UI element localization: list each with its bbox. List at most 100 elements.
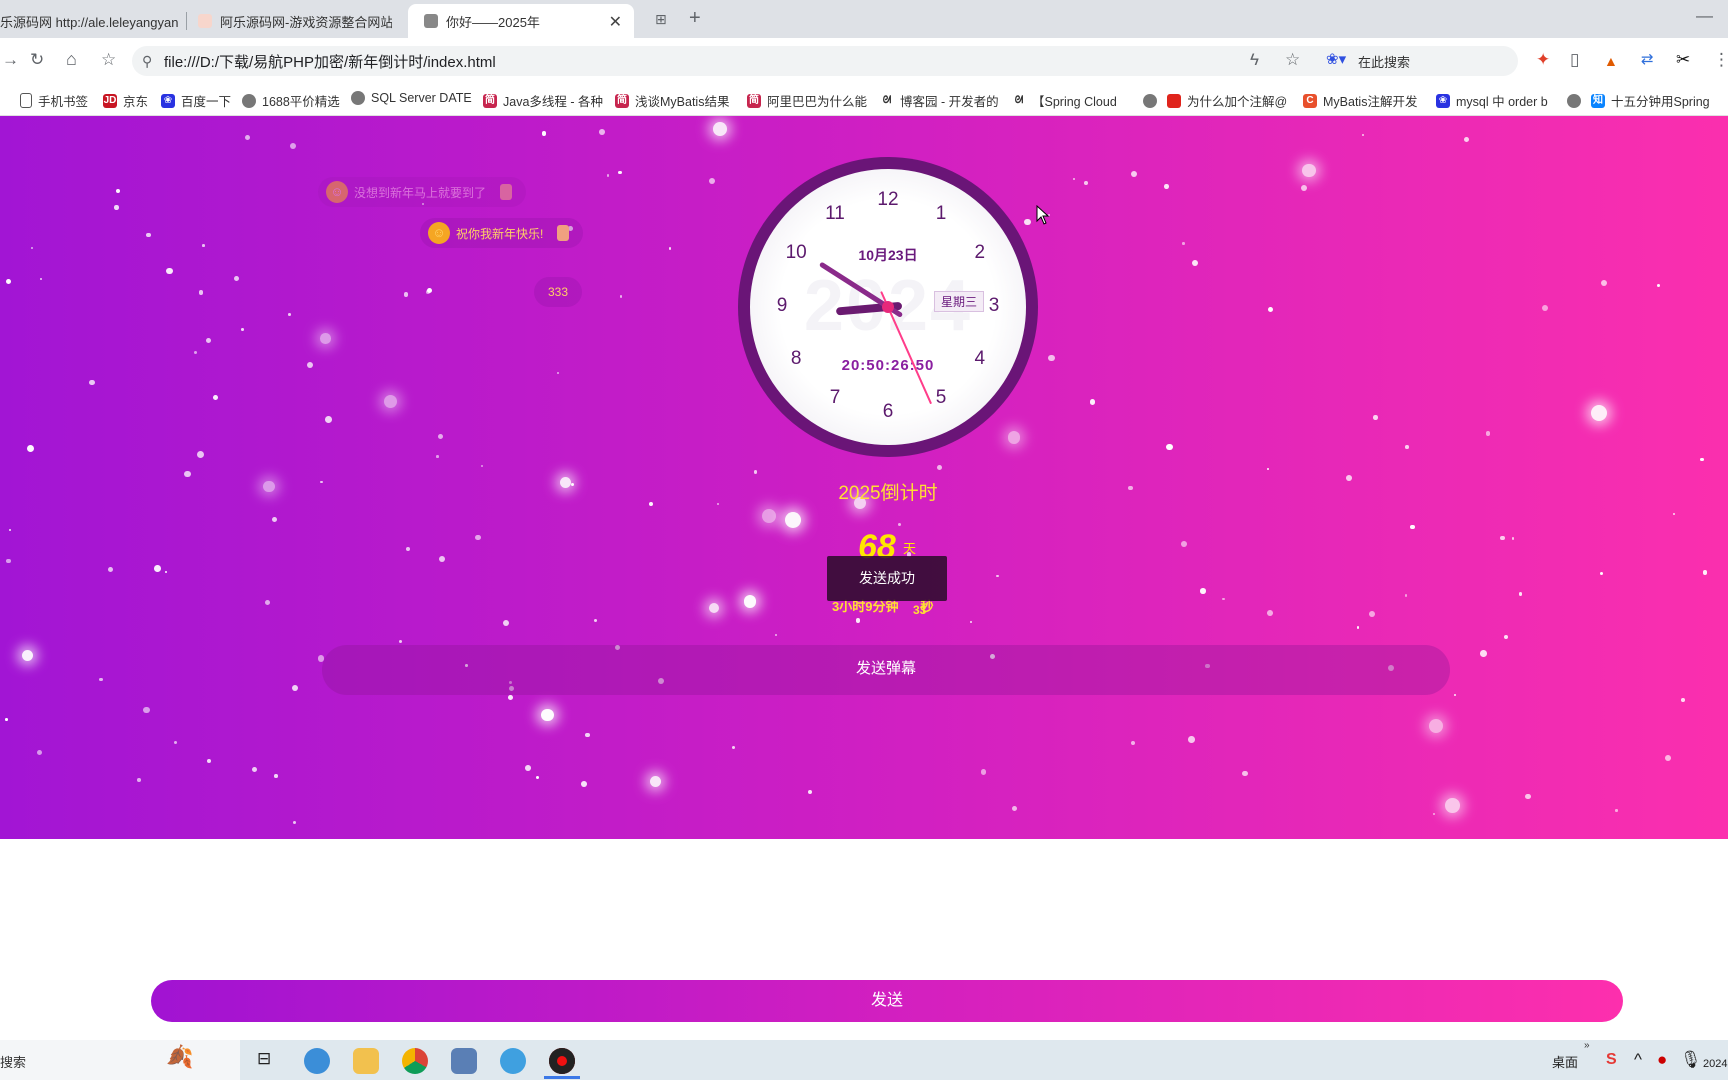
bookmark-item[interactable]: 1688平价精选 xyxy=(242,91,340,110)
pdf-icon[interactable]: ▲ xyxy=(1604,51,1618,71)
close-tab-icon[interactable]: ✕ xyxy=(609,12,622,32)
search-box[interactable]: 在此搜索 xyxy=(1358,52,1410,71)
clock-number: 9 xyxy=(776,295,788,316)
snowflake xyxy=(980,769,987,775)
bookmark-item[interactable]: ❀ 百度一下 xyxy=(161,91,231,110)
desktop-label[interactable]: 桌面 xyxy=(1552,1052,1578,1071)
browser-icon[interactable] xyxy=(500,1048,526,1074)
snowflake xyxy=(1242,770,1248,777)
snowflake xyxy=(1268,306,1274,313)
microphone-icon[interactable]: 🎙 xyxy=(1680,1050,1702,1070)
snowflake xyxy=(535,775,540,779)
translate-icon[interactable]: ⇄ xyxy=(1641,50,1654,70)
clock-center-pin xyxy=(882,301,894,313)
snowflake xyxy=(731,745,735,749)
phone-icon[interactable]: ▯ xyxy=(1570,50,1579,70)
jd-icon: JD xyxy=(103,93,117,108)
tab-leleyangyan[interactable]: 乐源码网 http://ale.leleyangyan xyxy=(0,4,178,38)
snowflake xyxy=(99,677,103,682)
snowflake xyxy=(26,444,34,452)
snowflake xyxy=(1541,305,1548,312)
snowflake xyxy=(1369,611,1375,617)
bookmark-item[interactable]: SQL Server DATE xyxy=(351,91,472,105)
tab-ale-source[interactable]: 阿乐源码网-游戏资源整合网站,每 xyxy=(198,4,392,38)
snowflake xyxy=(502,619,509,626)
network-tool-icon[interactable] xyxy=(451,1048,477,1074)
jianshu-icon: 简 xyxy=(747,93,761,108)
clock-number: 3 xyxy=(988,295,1000,316)
bookmark-item[interactable]: JD 京东 xyxy=(103,91,148,110)
snowflake xyxy=(1222,597,1225,601)
snowflake xyxy=(1673,512,1676,516)
menu-icon[interactable]: ⋮ xyxy=(1713,50,1728,70)
bookmark-item[interactable]: C MyBatis注解开发 xyxy=(1303,91,1417,110)
snowflake xyxy=(1525,793,1531,799)
snowflake xyxy=(115,189,120,194)
bookmark-item[interactable]: 简 Java多线程 - 各种 xyxy=(483,91,603,110)
sogou-ime-icon[interactable]: S xyxy=(1606,1050,1617,1070)
lightning-icon[interactable]: ϟ xyxy=(1250,50,1259,70)
clock-number: 8 xyxy=(790,348,802,369)
snowflake xyxy=(184,470,191,478)
minimize-icon[interactable]: — xyxy=(1696,6,1713,26)
bookmark-item[interactable]: 简浅谈MyBatis结果 xyxy=(615,91,729,110)
url-text[interactable]: file:///D:/下载/易航PHP加密/新年倒计时/index.html xyxy=(164,51,496,72)
snowflake xyxy=(1356,625,1360,629)
overflow-chevron-icon[interactable]: » xyxy=(1584,1036,1590,1056)
tray-expand-icon[interactable]: ^ xyxy=(1634,1050,1642,1070)
bookmark-item[interactable]: ᘛ 博客园 - 开发者的 xyxy=(880,91,999,110)
baidu-icon: ❀ xyxy=(161,93,175,108)
snowflake xyxy=(743,595,757,608)
home-icon[interactable]: ⌂ xyxy=(66,49,77,69)
snowflake xyxy=(1702,570,1708,575)
chrome-icon[interactable] xyxy=(402,1048,428,1074)
phone-bookmark-icon xyxy=(20,93,32,108)
jianshu-icon: 简 xyxy=(615,93,629,108)
bookmark-item[interactable]: 为什么加个注解@ xyxy=(1143,91,1287,110)
bookmark-star-icon[interactable]: ☆ xyxy=(101,50,116,70)
edge-browser-icon[interactable] xyxy=(304,1048,330,1074)
snowflake xyxy=(164,571,167,574)
snowflake xyxy=(1130,170,1137,177)
snowflake xyxy=(1600,279,1607,286)
task-view-icon[interactable]: ⊟ xyxy=(257,1049,271,1069)
snowflake xyxy=(287,313,291,316)
screenshot-icon[interactable]: ✂ xyxy=(1676,50,1690,70)
taskbar-search-box[interactable]: 搜索 🍂 xyxy=(0,1040,240,1080)
baidu-paw-icon[interactable]: ❀▾ xyxy=(1326,50,1346,70)
snowflake xyxy=(1084,181,1089,186)
bookmark-item[interactable]: ❀ mysql 中 order b xyxy=(1436,91,1548,110)
snowflake xyxy=(619,295,623,298)
snowflake xyxy=(475,534,481,541)
danmu-input-button[interactable]: 发送弹幕 xyxy=(322,645,1450,695)
bookmark-item[interactable]: 知十五分钟用Spring xyxy=(1567,91,1710,110)
bookmark-item[interactable]: 手机书签 xyxy=(20,91,88,110)
snowflake xyxy=(146,232,152,238)
snowflake xyxy=(1665,754,1672,761)
recorder-icon[interactable] xyxy=(549,1048,575,1074)
snowflake xyxy=(1590,404,1607,421)
send-button[interactable]: 发送 xyxy=(151,980,1623,1022)
record-tray-icon[interactable]: ● xyxy=(1657,1050,1667,1070)
snowflake xyxy=(202,244,205,247)
snowflake xyxy=(1404,594,1408,598)
file-explorer-icon[interactable] xyxy=(353,1048,379,1074)
snowflake xyxy=(436,455,439,458)
cnblogs-icon: ᘛ xyxy=(1012,93,1026,108)
new-tab-icon[interactable]: + xyxy=(689,8,701,28)
bookmark-item[interactable]: 简阿里巴巴为什么能 xyxy=(747,91,867,110)
bookmark-item[interactable]: ᘛ 【Spring Cloud xyxy=(1012,91,1117,110)
snowflake xyxy=(753,470,758,475)
forward-icon[interactable]: → xyxy=(2,50,19,70)
tab-search-icon[interactable]: ⊞ xyxy=(655,9,667,29)
globe-icon xyxy=(1143,93,1157,108)
page-info-icon[interactable]: ⚲ xyxy=(142,51,152,71)
reload-icon[interactable]: ↻ xyxy=(30,50,44,70)
favorites-star-icon[interactable]: ☆ xyxy=(1285,50,1300,70)
tab-new-year[interactable]: 你好——2025年 ✕ xyxy=(408,4,634,38)
snowflake xyxy=(292,685,299,692)
extension-icon[interactable]: ✦ xyxy=(1536,50,1550,70)
gift-bag-icon xyxy=(557,225,570,241)
snowflake xyxy=(197,451,205,459)
snowflake xyxy=(1302,163,1316,178)
